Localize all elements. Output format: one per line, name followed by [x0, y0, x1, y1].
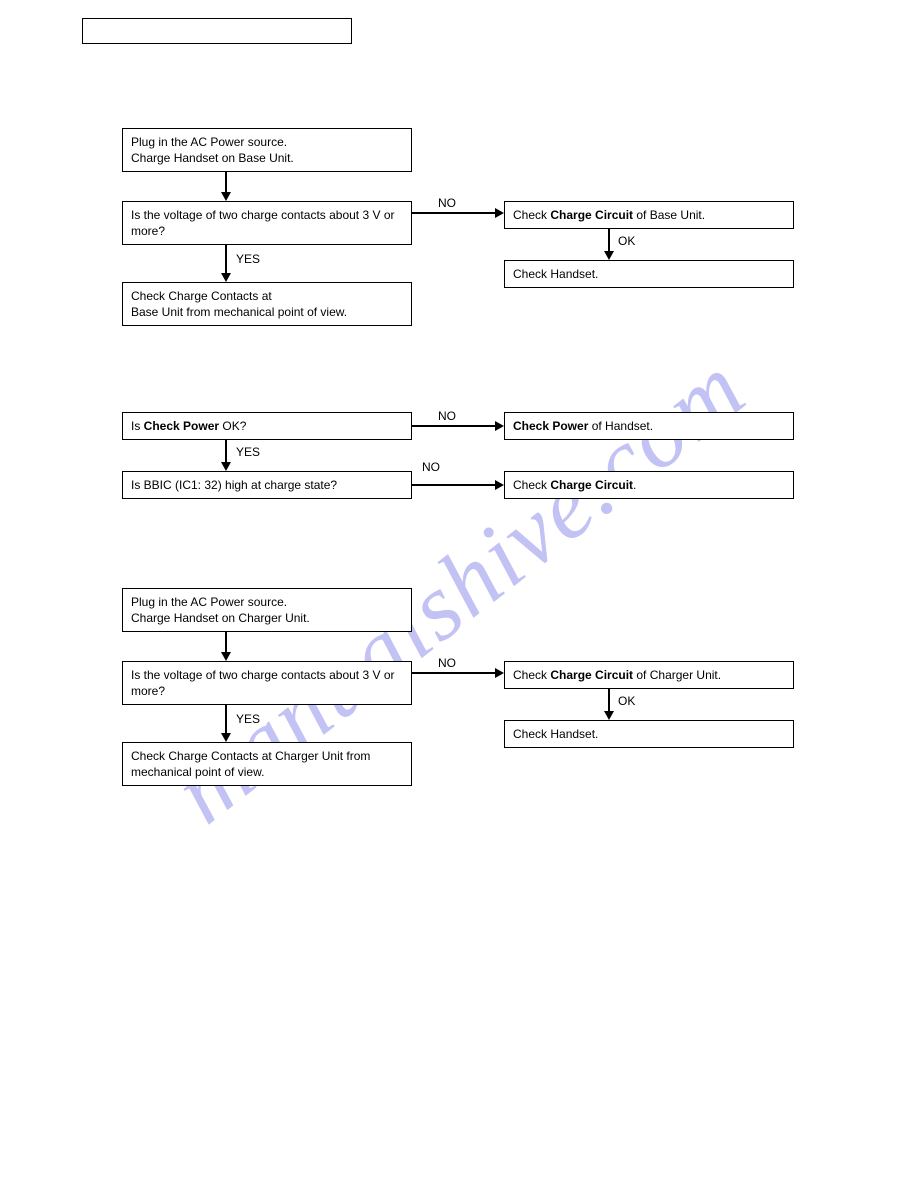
f2-no1-line: [412, 425, 497, 427]
f1-no-line: [412, 212, 497, 214]
f2-r1: Check Power of Handset.: [504, 412, 794, 440]
f3-r2: Check Handset.: [504, 720, 794, 748]
f1-no-ah: [495, 208, 504, 218]
f2-q2: Is BBIC (IC1: 32) high at charge state?: [122, 471, 412, 499]
f1-ah-1: [221, 192, 231, 201]
f1-step3: Check Charge Contacts at Base Unit from …: [122, 282, 412, 326]
f2-q1-pre: Is: [131, 419, 144, 433]
f3-no-ah: [495, 668, 504, 678]
f1-ok-label: OK: [618, 234, 635, 248]
f2-no2-line: [412, 484, 497, 486]
f3-r1: Check Charge Circuit of Charger Unit.: [504, 661, 794, 689]
f3-yes-line: [225, 705, 227, 735]
f2-r2-pre: Check: [513, 478, 550, 492]
f3-ok-label: OK: [618, 694, 635, 708]
f3-yes-ah: [221, 733, 231, 742]
f1-ok-line: [608, 229, 610, 253]
f1-r2: Check Handset.: [504, 260, 794, 288]
f3-no-label: NO: [438, 656, 456, 670]
f1-r1-pre: Check: [513, 208, 550, 222]
f3-arrow-1: [225, 632, 227, 654]
header-box: [82, 18, 352, 44]
f2-yes-label: YES: [236, 445, 260, 459]
f1-yes-line: [225, 245, 227, 275]
f3-no-line: [412, 672, 497, 674]
f3-step3: Check Charge Contacts at Charger Unit fr…: [122, 742, 412, 786]
f1-yes-ah: [221, 273, 231, 282]
f3-ah-1: [221, 652, 231, 661]
f1-step1: Plug in the AC Power source. Charge Hand…: [122, 128, 412, 172]
f2-no2-label: NO: [422, 460, 440, 474]
f1-ok-ah: [604, 251, 614, 260]
f1-r1-bold: Charge Circuit: [550, 208, 633, 222]
f2-r2: Check Charge Circuit.: [504, 471, 794, 499]
f2-no2-ah: [495, 480, 504, 490]
page: manualshive.com Plug in the AC Power sou…: [0, 0, 918, 1188]
f3-r1-post: of Charger Unit.: [633, 668, 721, 682]
f2-no1-label: NO: [438, 409, 456, 423]
f1-r1: Check Charge Circuit of Base Unit.: [504, 201, 794, 229]
f1-arrow-1: [225, 172, 227, 194]
f1-decision1: Is the voltage of two charge contacts ab…: [122, 201, 412, 245]
f2-r1-bold: Check Power: [513, 419, 588, 433]
f3-ok-ah: [604, 711, 614, 720]
f1-no-label: NO: [438, 196, 456, 210]
f3-yes-label: YES: [236, 712, 260, 726]
f2-no1-ah: [495, 421, 504, 431]
f2-r2-bold: Charge Circuit: [550, 478, 633, 492]
f2-yes-line: [225, 440, 227, 464]
f2-q1-post: OK?: [219, 419, 246, 433]
f2-r2-post: .: [633, 478, 636, 492]
f2-q1-bold: Check Power: [144, 419, 219, 433]
f3-decision1: Is the voltage of two charge contacts ab…: [122, 661, 412, 705]
f3-r1-pre: Check: [513, 668, 550, 682]
f3-step1: Plug in the AC Power source. Charge Hand…: [122, 588, 412, 632]
f3-ok-line: [608, 689, 610, 713]
f2-q1: Is Check Power OK?: [122, 412, 412, 440]
f2-yes-ah: [221, 462, 231, 471]
f1-yes-label: YES: [236, 252, 260, 266]
f3-r1-bold: Charge Circuit: [550, 668, 633, 682]
f1-r1-post: of Base Unit.: [633, 208, 705, 222]
f2-r1-post: of Handset.: [588, 419, 653, 433]
